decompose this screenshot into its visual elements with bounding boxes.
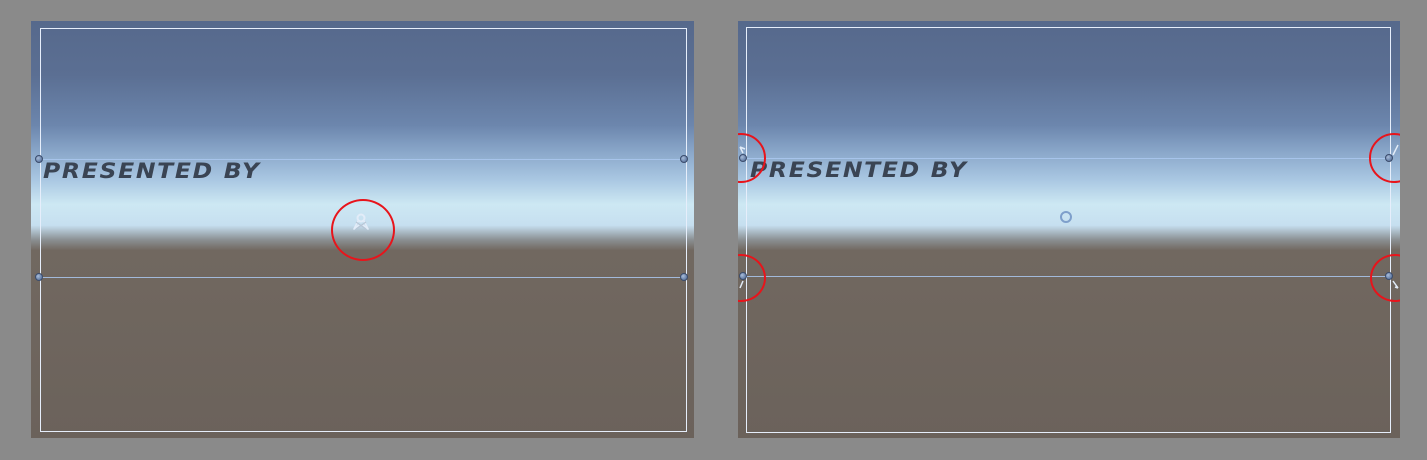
pivot-ring-icon[interactable] — [1060, 211, 1072, 223]
presented-by-text[interactable]: PRESENTED BY — [43, 159, 261, 183]
scene-view-right[interactable]: PRESENTED BY — [738, 21, 1400, 438]
canvas-rect-outline — [746, 27, 1391, 433]
scene-view-left[interactable]: PRESENTED BY — [31, 21, 694, 438]
rect-handle-top-right[interactable] — [680, 155, 688, 163]
presented-by-text[interactable]: PRESENTED BY — [750, 158, 968, 182]
rect-handle-bottom-left[interactable] — [35, 273, 43, 281]
rect-bottom-edge — [742, 276, 1390, 277]
rect-handle-top-left[interactable] — [35, 155, 43, 163]
rect-handle-bottom-right[interactable] — [680, 273, 688, 281]
rect-bottom-edge — [39, 277, 684, 278]
highlight-circle-pivot — [331, 199, 395, 261]
